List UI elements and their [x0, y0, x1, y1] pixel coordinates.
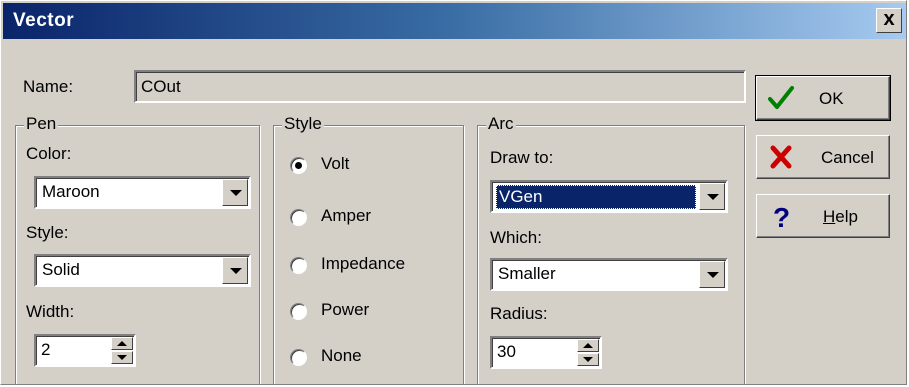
style-radio-label: Power: [321, 300, 370, 319]
radio-button-icon[interactable]: [290, 349, 307, 366]
style-radio-label: Volt: [321, 154, 350, 173]
name-label: Name:: [23, 77, 74, 96]
arc-which-select[interactable]: Smaller: [490, 258, 728, 291]
arc-draw-to-value: VGen: [496, 185, 696, 209]
radio-button-icon[interactable]: [290, 303, 307, 320]
dropdown-arrow-icon[interactable]: [699, 261, 725, 288]
dropdown-arrow-icon[interactable]: [222, 257, 248, 284]
svg-text:?: ?: [773, 202, 790, 230]
style-radio-label: Amper: [321, 206, 372, 225]
spin-down-icon[interactable]: [111, 351, 133, 364]
dropdown-arrow-icon[interactable]: [222, 179, 248, 206]
radio-button-icon[interactable]: [290, 157, 307, 174]
spin-down-icon[interactable]: [577, 353, 599, 366]
style-group-title: Style: [282, 114, 324, 134]
pen-group-title: Pen: [24, 114, 59, 134]
arc-draw-to-select[interactable]: VGen: [490, 180, 728, 213]
name-input[interactable]: COut: [134, 70, 746, 103]
help-button[interactable]: ? Help: [756, 194, 890, 238]
ok-button[interactable]: OK: [755, 75, 891, 121]
pen-group: Pen Color: Maroon Style: Solid Width: 2: [15, 114, 260, 384]
spin-up-icon[interactable]: [111, 337, 133, 350]
style-group: Style Volt Amper Impedance Power None: [273, 114, 464, 384]
green-check-icon: [768, 86, 794, 109]
arc-radius-label: Radius:: [490, 304, 548, 323]
vector-dialog: Vector x Name: COut Pen Color: Maroon St…: [0, 0, 907, 385]
pen-width-spinner[interactable]: 2: [34, 334, 136, 367]
pen-style-select[interactable]: Solid: [34, 254, 251, 287]
help-mnemonic: H: [823, 207, 836, 226]
arc-group: Arc Draw to: VGen Which: Smaller Radius:…: [477, 114, 745, 384]
name-input-value: COut: [141, 77, 181, 96]
title-bar[interactable]: Vector x: [3, 3, 906, 39]
arc-radius-value: 30: [497, 342, 516, 361]
pen-color-label: Color:: [26, 144, 72, 163]
arc-draw-to-label: Draw to:: [490, 148, 554, 167]
ok-button-label: OK: [819, 89, 844, 108]
radio-button-icon[interactable]: [290, 257, 307, 274]
cancel-button[interactable]: Cancel: [756, 135, 890, 179]
arc-which-label: Which:: [490, 228, 542, 247]
radio-button-icon[interactable]: [290, 209, 307, 226]
help-rest: elp: [835, 207, 858, 226]
pen-width-label: Width:: [26, 302, 75, 321]
pen-style-label: Style:: [26, 223, 69, 242]
question-mark-icon: ?: [773, 202, 790, 230]
dropdown-arrow-icon[interactable]: [699, 183, 725, 210]
style-radio-label: None: [321, 346, 362, 365]
window-title: Vector: [13, 10, 75, 31]
spin-up-icon[interactable]: [577, 339, 599, 352]
cancel-button-label: Cancel: [821, 148, 874, 167]
style-radio-label: Impedance: [321, 254, 406, 273]
arc-which-value: Smaller: [498, 264, 556, 283]
arc-radius-spinner[interactable]: 30: [490, 336, 602, 369]
help-button-label: Help: [823, 207, 858, 227]
pen-style-value: Solid: [42, 260, 80, 279]
close-button[interactable]: x: [876, 8, 902, 33]
pen-color-select[interactable]: Maroon: [34, 176, 251, 209]
pen-color-value: Maroon: [42, 182, 100, 201]
red-x-icon: [770, 145, 792, 169]
arc-group-title: Arc: [486, 114, 516, 134]
pen-width-value: 2: [41, 340, 51, 359]
